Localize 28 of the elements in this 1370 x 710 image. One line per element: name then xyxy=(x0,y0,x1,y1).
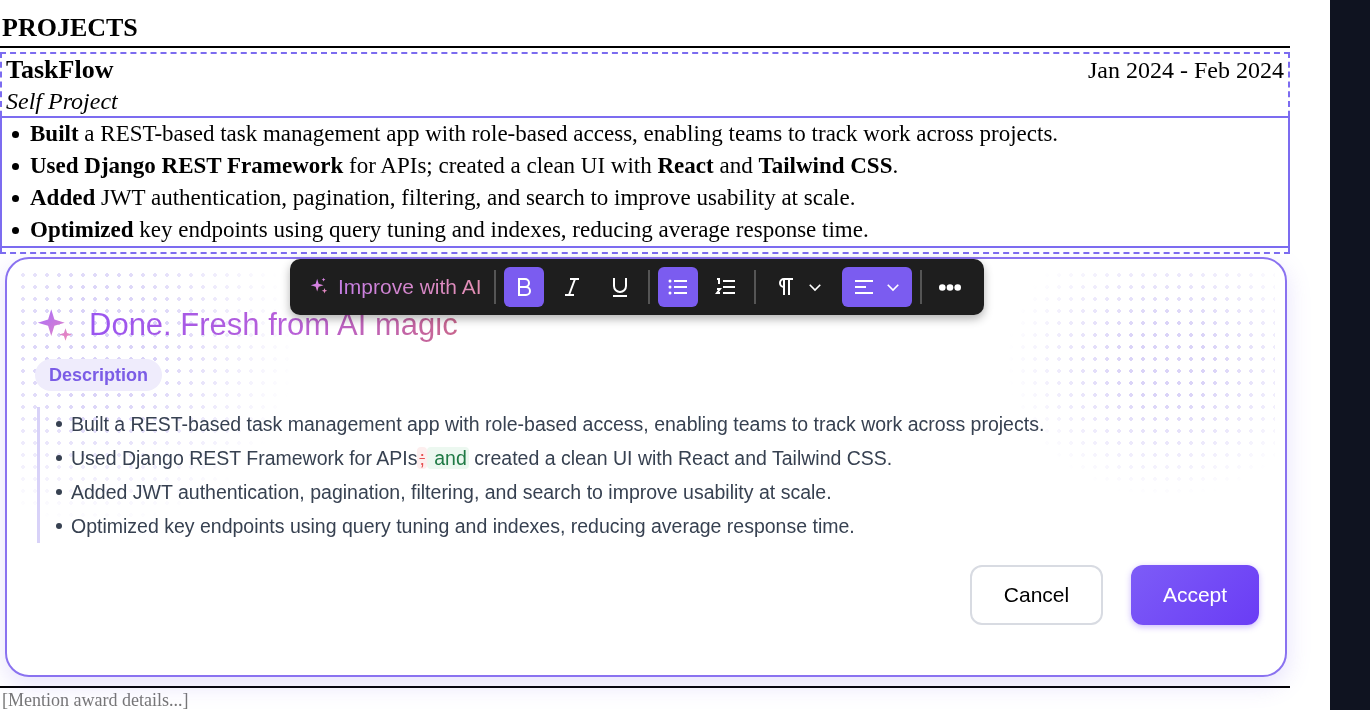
cancel-button[interactable]: Cancel xyxy=(970,565,1103,625)
bullet-dot xyxy=(12,226,19,234)
suggested-bullet-text: Used Django REST Framework for APIs; and created a clean UI with React and Tailwind CSS. xyxy=(71,446,893,471)
bullet-text: Optimized key endpoints using query tuning and indexes, reducing average response time. xyxy=(30,216,869,244)
bold-button[interactable] xyxy=(503,267,544,307)
bullet-list-button[interactable] xyxy=(657,267,698,307)
suggested-bullet-text: Built a REST-based task management app with role-based access, enabling teams to track work across projects. xyxy=(71,412,1045,437)
more-icon xyxy=(938,283,961,291)
award-input-field[interactable]: [Mention award details...] xyxy=(0,690,189,710)
bullet-text: Used Django REST Framework for APIs; created a clean UI with React and Tailwind CSS. xyxy=(30,152,899,180)
bullet-dot xyxy=(56,421,62,427)
bullet-dot xyxy=(12,130,19,138)
bullet-dot xyxy=(56,523,62,529)
description-tag: Description xyxy=(35,359,163,391)
suggested-bullet-text: Optimized key endpoints using query tuning and indexes, reducing average response time. xyxy=(71,514,855,539)
project-role: Self Project xyxy=(5,87,119,116)
bullet-dot xyxy=(12,162,19,170)
align-left-button[interactable] xyxy=(841,267,912,307)
project-name: TaskFlow xyxy=(6,54,114,86)
section-heading: PROJECTS xyxy=(1,12,139,44)
accept-button[interactable]: Accept xyxy=(1131,565,1259,625)
bullet-dot xyxy=(12,194,19,202)
suggested-bullet-text: Added JWT authentication, pagination, filtering, and search to improve usability at scale. xyxy=(71,480,832,505)
bullet-dot xyxy=(56,455,62,461)
bullet-dot xyxy=(56,489,62,495)
bullet-text: Built a REST-based task management app with role-based access, enabling teams to track work across projects. xyxy=(30,120,1059,148)
bullet-text: Added JWT authentication, pagination, filtering, and search to improve usability at scale. xyxy=(30,184,856,212)
project-date: Jan 2024 - Feb 2024 xyxy=(1088,56,1284,85)
